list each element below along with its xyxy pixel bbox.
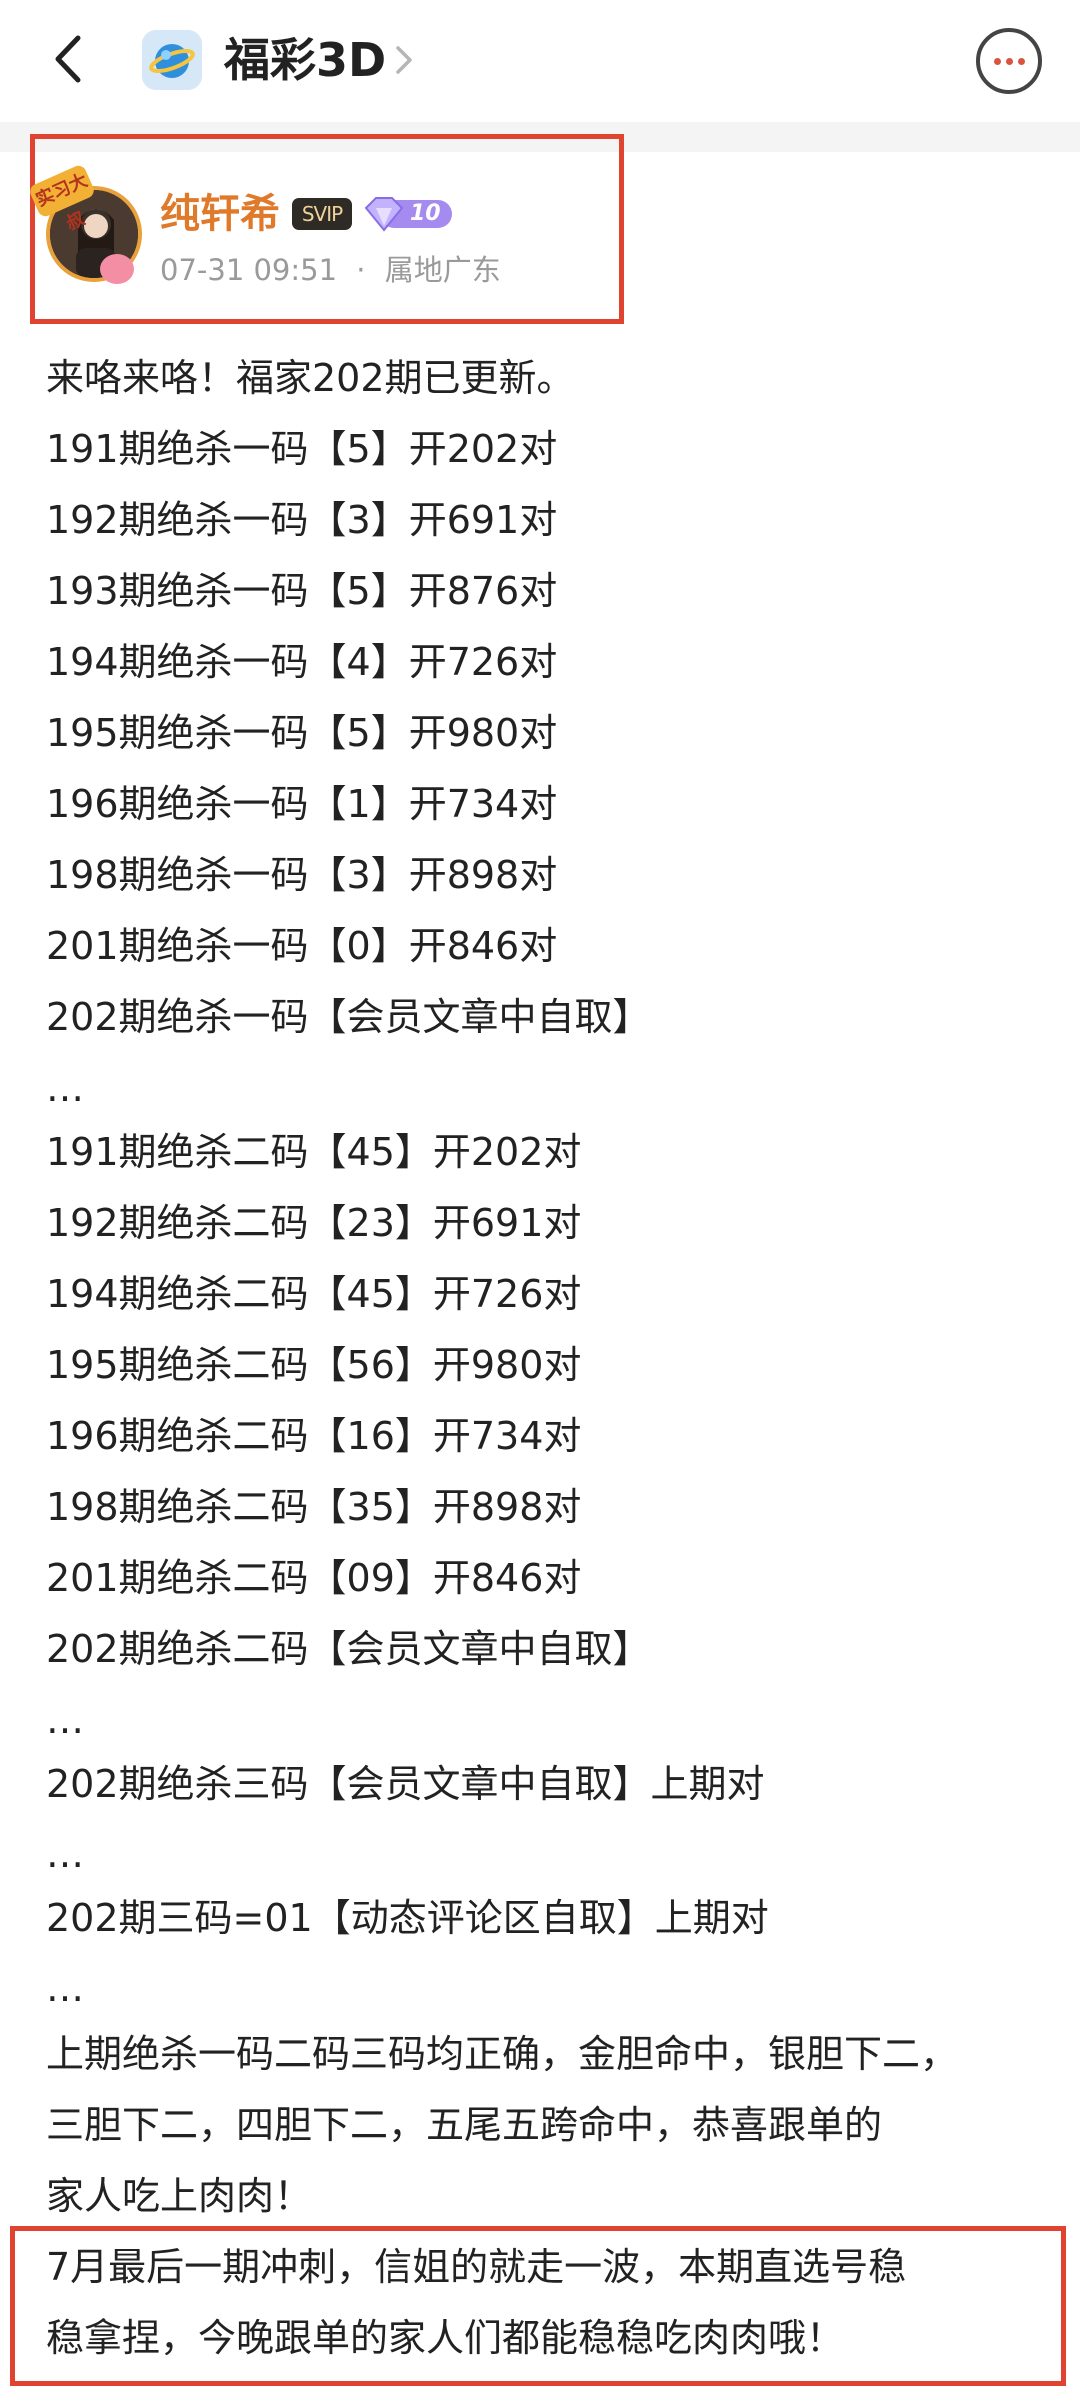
post-line: 202期三码=01【动态评论区自取】上期对 bbox=[46, 1896, 769, 1940]
svip-badge: SVIP bbox=[292, 198, 352, 230]
post-line: 192期绝杀二码【23】开691对 bbox=[46, 1201, 582, 1245]
post-line: 来咯来咯！福家202期已更新。 bbox=[46, 356, 575, 400]
more-dot-icon bbox=[1018, 58, 1025, 65]
post-line: 202期绝杀一码【会员文章中自取】 bbox=[46, 995, 651, 1039]
user-level: 10 bbox=[410, 201, 441, 226]
post-line: 191期绝杀一码【5】开202对 bbox=[46, 427, 558, 471]
post-time: 07-31 09:51 bbox=[160, 253, 338, 287]
post-line: 192期绝杀一码【3】开691对 bbox=[46, 498, 558, 542]
post-line: 198期绝杀二码【35】开898对 bbox=[46, 1485, 582, 1529]
post-line: 202期绝杀二码【会员文章中自取】 bbox=[46, 1627, 651, 1671]
closing-highlight-box bbox=[10, 2226, 1066, 2386]
post-line: 三胆下二，四胆下二，五尾五跨命中，恭喜跟单的 bbox=[46, 2103, 883, 2147]
top-nav-bar: 福彩3D bbox=[0, 0, 1080, 122]
back-button[interactable] bbox=[44, 28, 94, 90]
post-line: … bbox=[46, 1066, 84, 1110]
post-line: 上期绝杀一码二码三码均正确，金胆命中，银胆下二， bbox=[46, 2032, 959, 2076]
post-line: 家人吃上肉肉！ bbox=[46, 2174, 313, 2218]
post-line: 195期绝杀一码【5】开980对 bbox=[46, 711, 558, 755]
author-name[interactable]: 纯轩希 bbox=[160, 186, 280, 242]
post-location: 属地广东 bbox=[384, 253, 501, 287]
post-line: … bbox=[46, 1832, 84, 1876]
more-options-button[interactable] bbox=[976, 28, 1042, 94]
post-line: 195期绝杀二码【56】开980对 bbox=[46, 1343, 582, 1387]
post-line: 191期绝杀二码【45】开202对 bbox=[46, 1130, 582, 1174]
post-line: … bbox=[46, 1966, 84, 2010]
post-line: 196期绝杀一码【1】开734对 bbox=[46, 782, 558, 826]
forum-title[interactable]: 福彩3D bbox=[224, 28, 386, 92]
post-line: 194期绝杀二码【45】开726对 bbox=[46, 1272, 582, 1316]
post-meta: 07-31 09:51 · 属地广东 bbox=[160, 250, 501, 290]
post-line: 202期绝杀三码【会员文章中自取】上期对 bbox=[46, 1762, 765, 1806]
post-line: 198期绝杀一码【3】开898对 bbox=[46, 853, 558, 897]
post-line: 196期绝杀二码【16】开734对 bbox=[46, 1414, 582, 1458]
post-line: 201期绝杀二码【09】开846对 bbox=[46, 1556, 582, 1600]
post-line: 194期绝杀一码【4】开726对 bbox=[46, 640, 558, 684]
post-line: … bbox=[46, 1698, 84, 1742]
chevron-left-icon bbox=[55, 35, 81, 83]
lottery-ball-icon bbox=[142, 30, 202, 90]
post-line: 201期绝杀一码【0】开846对 bbox=[46, 924, 558, 968]
meta-separator: · bbox=[356, 253, 366, 287]
more-dot-icon bbox=[994, 58, 1001, 65]
more-dot-icon bbox=[1006, 58, 1013, 65]
avatar-pet-icon bbox=[100, 254, 134, 284]
forum-avatar[interactable] bbox=[142, 30, 202, 90]
post-line: 193期绝杀一码【5】开876对 bbox=[46, 569, 558, 613]
chevron-right-icon[interactable] bbox=[392, 42, 416, 78]
